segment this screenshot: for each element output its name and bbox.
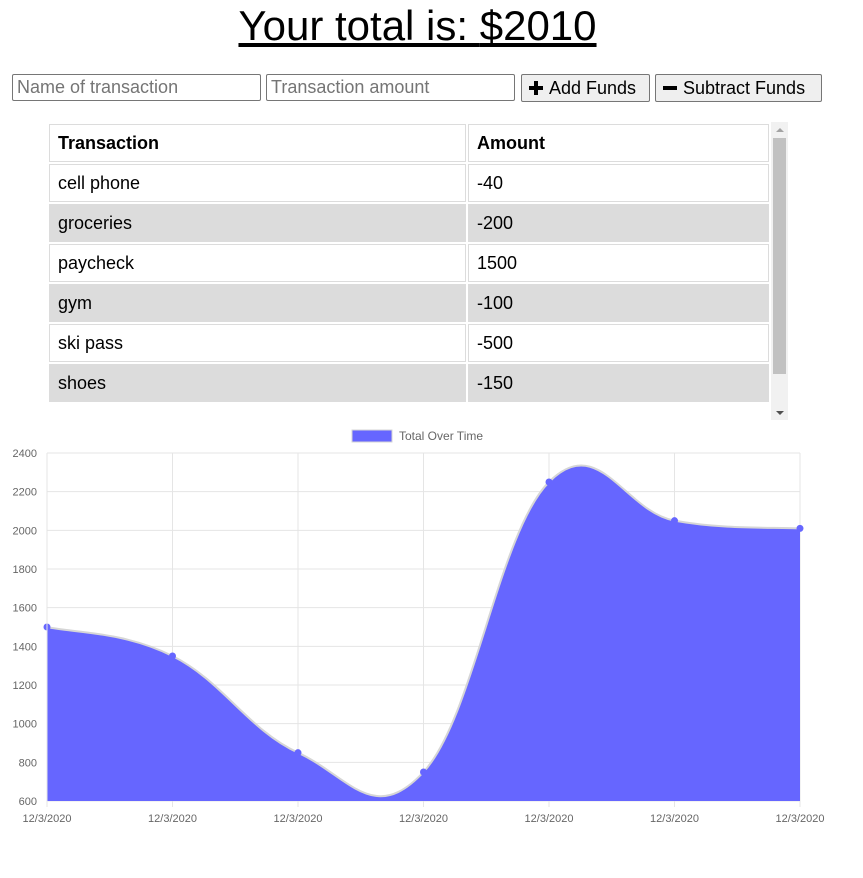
add-funds-button[interactable]: Add Funds [521, 74, 650, 102]
transaction-amount-cell: 1500 [468, 244, 769, 282]
x-tick-label: 12/3/2020 [776, 813, 825, 825]
transaction-name-cell: gym [49, 284, 466, 322]
y-tick-label: 800 [19, 757, 37, 769]
table-row: shoes -150 [49, 364, 769, 402]
x-tick-label: 12/3/2020 [148, 813, 197, 825]
transaction-name-cell: ski pass [49, 324, 466, 362]
x-tick-label: 12/3/2020 [525, 813, 574, 825]
transaction-name-cell: paycheck [49, 244, 466, 282]
y-tick-label: 1200 [13, 680, 37, 692]
data-point [294, 749, 302, 757]
y-tick-label: 1600 [13, 603, 37, 615]
transactions-table-container[interactable]: Transaction Amount cell phone -40 grocer… [47, 122, 788, 420]
transaction-amount-cell: -40 [468, 164, 769, 202]
data-point [671, 517, 678, 525]
table-row: groceries -200 [49, 204, 769, 242]
transaction-name-input[interactable] [12, 74, 261, 101]
transaction-amount-input[interactable] [266, 74, 515, 101]
y-tick-label: 2000 [13, 525, 37, 537]
x-tick-label: 12/3/2020 [650, 813, 699, 825]
transactions-table: Transaction Amount cell phone -40 grocer… [47, 122, 771, 404]
total-over-time-chart: 600 800 1000 1200 1400 1600 1800 2000 2200 2400 12… [13, 429, 825, 825]
table-row: paycheck 1500 [49, 244, 769, 282]
column-header-amount: Amount [468, 124, 769, 162]
y-tick-label: 1400 [13, 641, 37, 653]
y-tick-label: 1000 [13, 719, 37, 731]
data-point [545, 478, 553, 486]
transaction-amount-cell: -500 [468, 324, 769, 362]
x-tick-label: 12/3/2020 [23, 813, 72, 825]
transaction-amount-cell: -100 [468, 284, 769, 322]
y-tick-label: 2400 [13, 448, 37, 460]
y-tick-label: 1800 [13, 564, 37, 576]
legend-swatch [351, 429, 393, 443]
total-value: $2010 [479, 2, 597, 49]
data-point [796, 524, 804, 532]
table-header-row: Transaction Amount [49, 124, 769, 162]
transaction-name-cell: cell phone [49, 164, 466, 202]
x-tick-label: 12/3/2020 [399, 813, 448, 825]
subtract-funds-button[interactable]: Subtract Funds [655, 74, 822, 102]
transaction-amount-cell: -200 [468, 204, 769, 242]
table-row: cell phone -40 [49, 164, 769, 202]
subtract-funds-label: Subtract Funds [683, 77, 806, 98]
table-row: gym -100 [49, 284, 769, 322]
plus-icon [529, 81, 543, 95]
transaction-name-cell: groceries [49, 204, 466, 242]
scrollbar-thumb[interactable] [773, 138, 786, 374]
total-heading: Your total is: $2010 [0, 2, 835, 50]
y-tick-label: 2200 [13, 487, 37, 499]
data-point [420, 768, 427, 776]
transaction-name-cell: shoes [49, 364, 466, 402]
table-scrollbar[interactable] [771, 122, 788, 420]
legend-label: Total Over Time [399, 429, 483, 443]
total-label: Your total is: [238, 2, 480, 49]
x-tick-label: 12/3/2020 [274, 813, 323, 825]
scroll-up-arrow-icon[interactable] [771, 122, 788, 137]
scroll-down-arrow-icon[interactable] [771, 405, 788, 420]
minus-icon [663, 81, 677, 95]
transaction-amount-cell: -150 [468, 364, 769, 402]
column-header-transaction: Transaction [49, 124, 466, 162]
add-funds-label: Add Funds [549, 77, 637, 98]
table-row: ski pass -500 [49, 324, 769, 362]
y-tick-label: 600 [19, 796, 37, 808]
data-point [169, 652, 176, 660]
